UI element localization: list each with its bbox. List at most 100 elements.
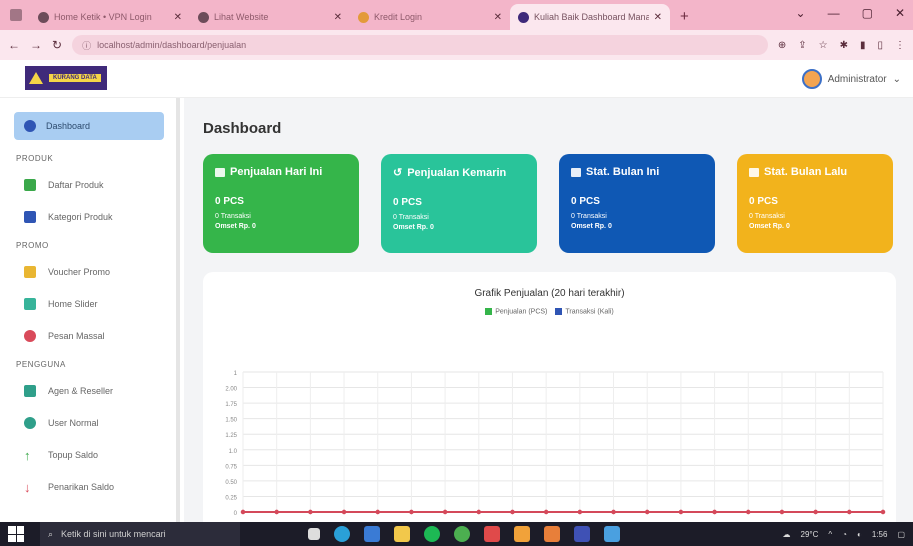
chevron-up-icon[interactable]: ^	[828, 530, 832, 539]
data-point[interactable]	[510, 509, 515, 515]
forward-icon[interactable]: →	[30, 38, 42, 52]
sidebar-item-label: Dashboard	[46, 121, 91, 131]
profile-icon[interactable]: ▯	[877, 40, 883, 51]
explorer-icon[interactable]	[394, 526, 410, 542]
menu-icon[interactable]: ⋮	[895, 40, 905, 51]
files-icon[interactable]	[514, 526, 530, 542]
tab-favicon-icon	[38, 11, 49, 23]
browser-tab[interactable]: Kredit Login ✕	[350, 4, 510, 30]
browser-tab[interactable]: Lihat Website ✕	[190, 4, 350, 30]
minimize-icon[interactable]: —	[828, 6, 840, 20]
withdraw-icon: ↓	[24, 479, 31, 495]
chrome-icon[interactable]	[454, 526, 470, 542]
app-icon[interactable]	[604, 526, 620, 542]
close-icon[interactable]: ✕	[895, 6, 905, 20]
user-menu[interactable]: Administrator ⌄	[801, 69, 901, 89]
tab-title: Kuliah Baik Dashboard Manage	[534, 12, 649, 22]
sidebar-item-topup-saldo[interactable]: ↑ Topup Saldo	[14, 439, 164, 471]
data-point[interactable]	[308, 509, 313, 515]
y-tick-label: 2.00	[225, 387, 237, 393]
sidebar-item-user-normal[interactable]: User Normal	[14, 407, 164, 439]
data-point[interactable]	[813, 509, 818, 515]
calendar-icon	[571, 167, 581, 177]
chart-title: Grafik Penjualan (20 hari terakhir)	[474, 288, 625, 299]
reload-icon[interactable]: ↻	[52, 38, 62, 52]
windows-start-icon[interactable]	[8, 526, 24, 542]
legend-item[interactable]: Transaksi (Kali)	[555, 308, 614, 315]
chevron-down-icon: ⌄	[892, 73, 901, 85]
url-input[interactable]: ⓘ localhost/admin/dashboard/penjualan	[72, 35, 768, 55]
tab-close-icon[interactable]: ✕	[174, 12, 182, 23]
topup-icon: ↑	[24, 447, 31, 463]
data-point[interactable]	[880, 509, 886, 515]
taskbar-search-input[interactable]: ⌕ Ketik di sini untuk mencari	[40, 522, 240, 546]
sidebar-item-penarikan-saldo[interactable]: ↓ Penarikan Saldo	[14, 471, 164, 503]
app-icon[interactable]	[544, 526, 560, 542]
sidebar-item-voucher-promo[interactable]: Voucher Promo	[14, 256, 164, 288]
app-icon[interactable]	[574, 526, 590, 542]
tab-close-icon[interactable]: ✕	[334, 12, 342, 23]
data-point[interactable]	[409, 509, 414, 515]
star-icon[interactable]: ☆	[819, 40, 828, 51]
task-view-icon[interactable]	[308, 528, 320, 540]
data-point[interactable]	[779, 509, 785, 515]
data-point[interactable]	[645, 509, 650, 515]
sidebar-item-dashboard[interactable]: Dashboard	[14, 112, 164, 140]
system-tray: ☁ 29°C ^ ◔ ◐ 1:56 ▢	[783, 522, 905, 546]
data-point[interactable]	[847, 509, 852, 515]
sidebar-item-daftar-produk[interactable]: Daftar Produk	[14, 169, 164, 201]
tab-close-icon[interactable]: ✕	[654, 12, 662, 23]
zoom-icon[interactable]: ⊕	[778, 40, 786, 51]
sidebar-item-home-slider[interactable]: Home Slider	[14, 288, 164, 320]
weather-icon[interactable]: ☁	[783, 530, 791, 539]
browser-tab-active[interactable]: Kuliah Baik Dashboard Manage ✕	[510, 4, 670, 30]
browser-tab[interactable]: Home Ketik • VPN Login ✕	[30, 4, 190, 30]
url-text: localhost/admin/dashboard/penjualan	[97, 40, 247, 50]
data-point[interactable]	[274, 509, 279, 515]
data-point[interactable]	[543, 509, 549, 515]
app-icon[interactable]	[484, 526, 500, 542]
data-point[interactable]	[611, 509, 616, 515]
data-point[interactable]	[375, 509, 380, 515]
sidebar-item-kategori-produk[interactable]: Kategori Produk	[14, 201, 164, 233]
sidebar-item-label: User Normal	[48, 418, 99, 428]
sidebar-icon[interactable]: ▮	[860, 40, 866, 51]
data-point[interactable]	[577, 509, 583, 515]
notification-icon[interactable]: ▢	[897, 530, 905, 539]
stat-card-title: Stat. Bulan Ini	[571, 166, 703, 178]
share-icon[interactable]: ⇪	[798, 40, 806, 51]
back-icon[interactable]: ←	[8, 38, 20, 52]
chevron-down-icon[interactable]: ⌄	[796, 6, 806, 20]
data-point[interactable]	[712, 509, 717, 515]
edge-icon[interactable]	[334, 526, 350, 542]
network-icon[interactable]: ◔	[842, 530, 847, 539]
brand-logo[interactable]: KURANG DATA	[25, 66, 107, 90]
sidebar-item-agen-reseller[interactable]: Agen & Reseller	[14, 375, 164, 407]
spotify-icon[interactable]	[424, 526, 440, 542]
stat-card-title: Penjualan Hari Ini	[215, 166, 347, 178]
data-point[interactable]	[341, 509, 347, 515]
data-point[interactable]	[746, 509, 751, 515]
legend-item[interactable]: Penjualan (PCS)	[485, 308, 547, 315]
message-icon	[24, 330, 36, 342]
tab-title: Home Ketik • VPN Login	[54, 12, 152, 22]
tab-close-icon[interactable]: ✕	[494, 12, 502, 23]
maximize-icon[interactable]: ▢	[862, 6, 873, 20]
sidebar-item-label: Voucher Promo	[48, 267, 111, 277]
new-tab-button[interactable]: +	[670, 8, 699, 30]
main-content: Dashboard Penjualan Hari Ini 0 PCS 0 Tra…	[184, 98, 913, 522]
store-icon[interactable]	[364, 526, 380, 542]
sidebar-item-pesan-massal[interactable]: Pesan Massal	[14, 320, 164, 352]
clock[interactable]: 1:56	[872, 530, 888, 539]
taskbar: ⌕ Ketik di sini untuk mencari ☁ 29°C ^ ◔…	[0, 522, 913, 546]
stat-card-omzet: Omset Rp. 0	[571, 223, 612, 230]
volume-icon[interactable]: ◐	[857, 530, 862, 539]
stat-card-title-text: Penjualan Hari Ini	[230, 166, 323, 178]
history-icon: ↺	[393, 167, 403, 179]
data-point[interactable]	[442, 509, 448, 515]
pinned-tab-icon[interactable]	[10, 9, 22, 21]
data-point[interactable]	[678, 509, 684, 515]
data-point[interactable]	[240, 509, 246, 515]
data-point[interactable]	[476, 509, 481, 515]
extension-icon[interactable]: ✱	[840, 40, 848, 51]
